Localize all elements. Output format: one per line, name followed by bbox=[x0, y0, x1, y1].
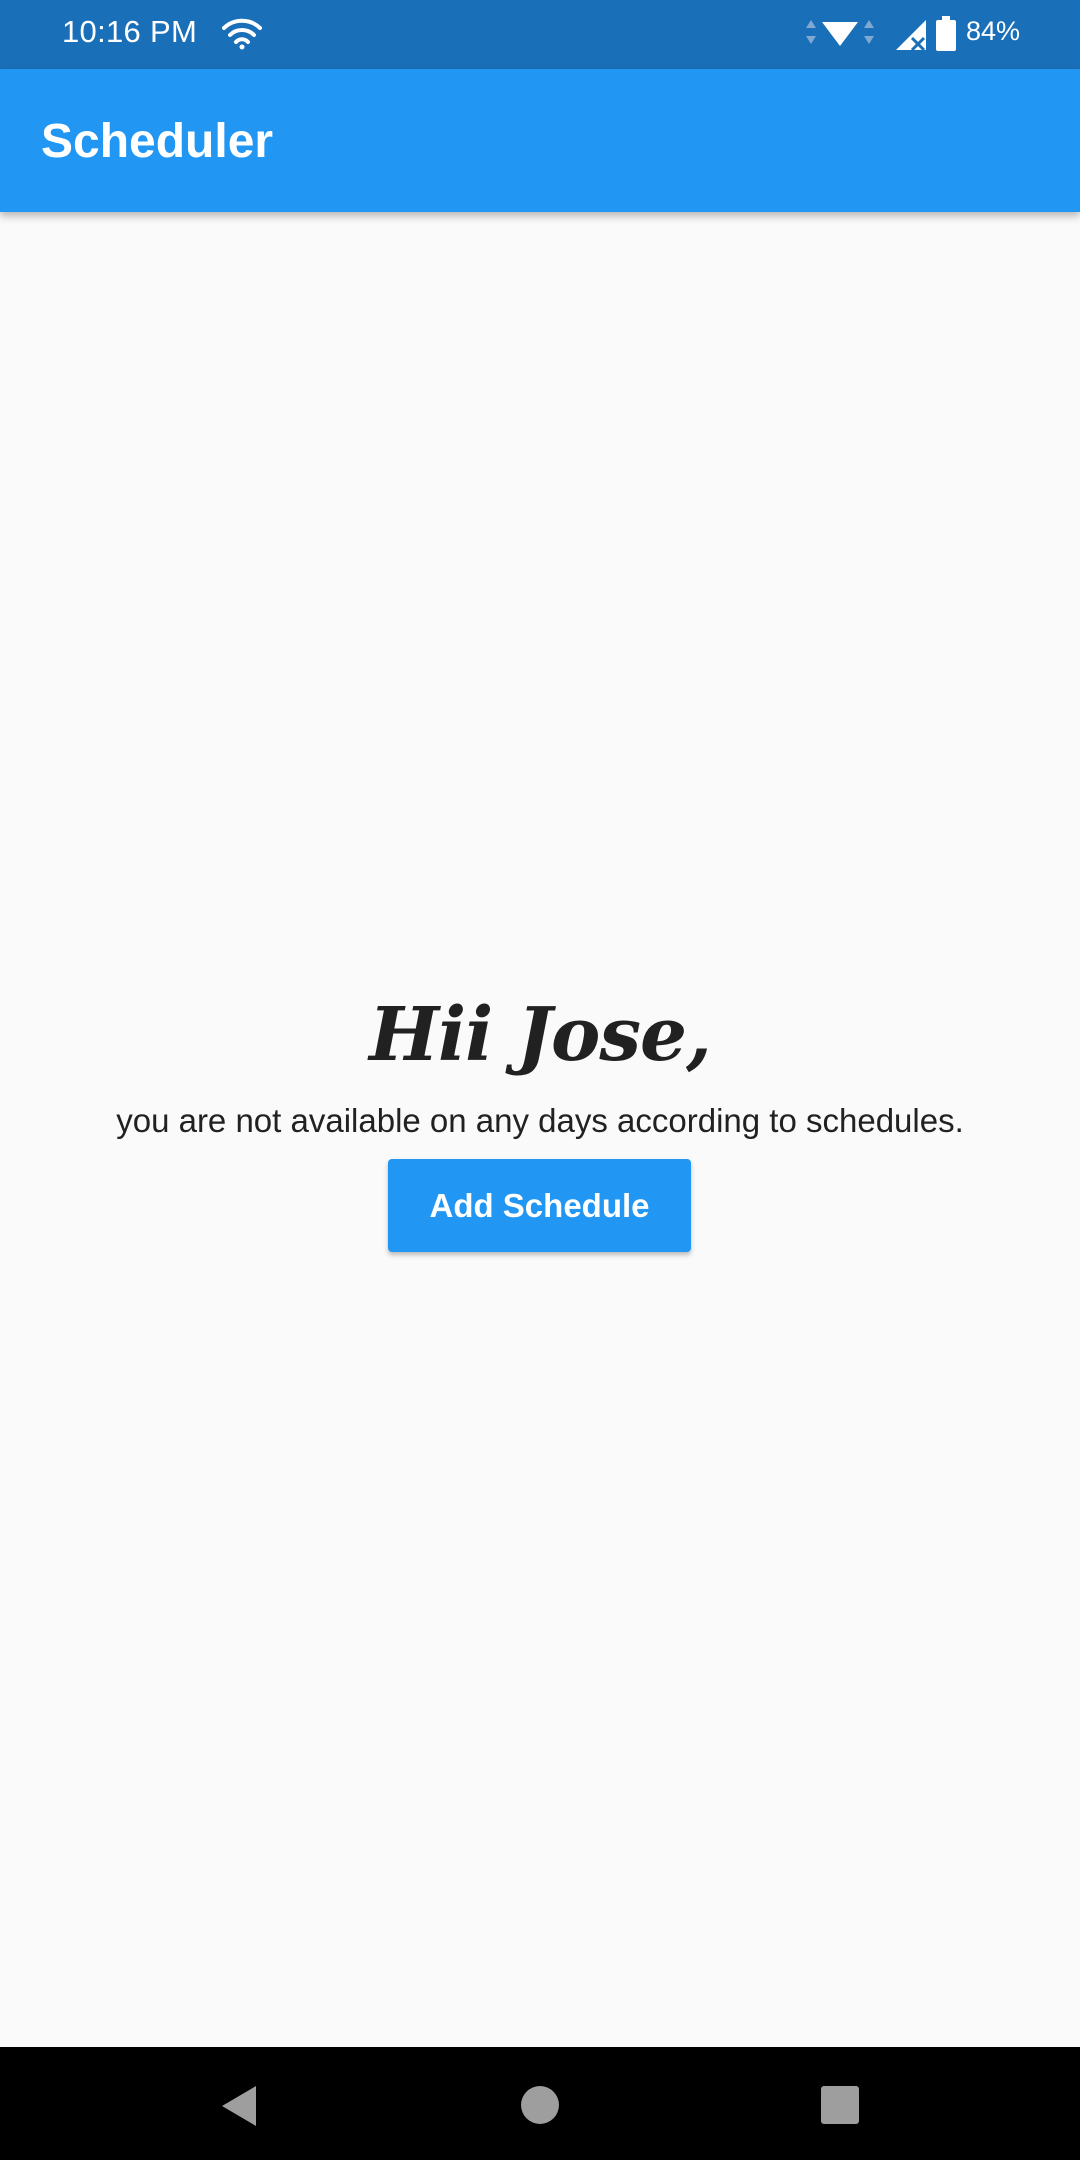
app-bar: Scheduler bbox=[0, 69, 1080, 212]
add-schedule-button[interactable]: Add Schedule bbox=[388, 1159, 691, 1252]
signal-icon bbox=[896, 20, 926, 52]
app-title: Scheduler bbox=[41, 115, 274, 168]
main-content: Hii Jose, you are not available on any d… bbox=[0, 212, 1080, 2047]
availability-message: you are not available on any days accord… bbox=[116, 1102, 964, 1139]
recents-icon[interactable] bbox=[821, 2086, 859, 2124]
greeting-heading: Hii Jose, bbox=[369, 992, 712, 1078]
navigation-bar bbox=[0, 2047, 1080, 2160]
status-time: 10:16 PM bbox=[62, 14, 198, 49]
battery-percentage: 84% bbox=[966, 16, 1021, 46]
status-icons-group: 84% bbox=[780, 0, 1080, 69]
data-arrows-icon bbox=[806, 20, 874, 46]
battery-icon bbox=[936, 16, 956, 51]
home-icon[interactable] bbox=[521, 2086, 559, 2124]
back-icon[interactable] bbox=[218, 2084, 258, 2128]
status-bar: 10:16 PM 84% bbox=[0, 0, 1080, 69]
wifi-icon bbox=[222, 18, 262, 50]
